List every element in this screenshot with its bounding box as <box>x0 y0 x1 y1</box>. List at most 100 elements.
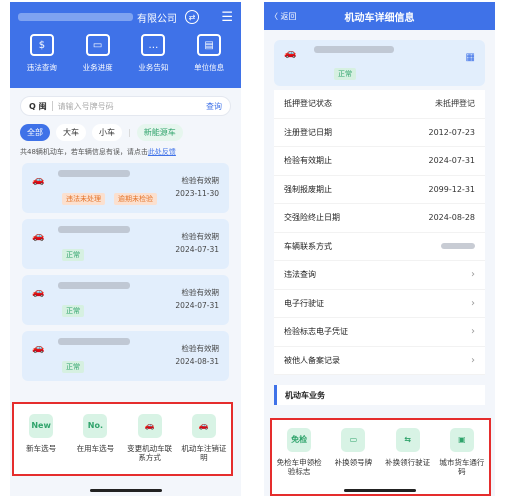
row-label: 检验标志电子凭证 <box>284 327 348 337</box>
car-icon: 🚗 <box>32 231 45 242</box>
row-value: 2012-07-23 <box>428 127 476 137</box>
row-label: 违法查询 <box>284 270 316 280</box>
violation-icon: $ <box>29 34 54 56</box>
menu-icon[interactable]: ☰ <box>221 10 233 25</box>
status-badge: 正常 <box>334 68 356 80</box>
divider: | <box>128 128 131 137</box>
biz-label: 机动车注销证明 <box>181 444 227 463</box>
inspection-cert-row[interactable]: 检验标志电子凭证 › <box>274 318 485 347</box>
plate-redacted <box>58 226 130 233</box>
exempt-icon: 免检 <box>287 428 312 452</box>
change-contact-info[interactable]: 🚗 变更机动车联系方式 <box>124 414 176 463</box>
quick-label: 业务告知 <box>138 63 169 72</box>
quick-label: 违法查询 <box>26 63 57 72</box>
new-car-plate-selection[interactable]: New 新车选号 <box>15 414 67 453</box>
chat-icon: … <box>141 34 166 56</box>
tip-text: 共48辆机动车，若车辆信息有误，请点击 <box>20 148 148 156</box>
inspection-label: 检验有效期 <box>181 344 220 353</box>
company-name-redacted <box>18 13 133 21</box>
biz-label: 城市货车通行码 <box>439 458 485 477</box>
row-value: 2024-07-31 <box>428 156 476 166</box>
quick-business-progress[interactable]: ▭ 业务进度 <box>72 34 124 73</box>
right-screen: 〈 返回 机动车详细信息 🚗 正常 ▦ 抵押登记状态 未抵押登记 注册登记日期 20… <box>264 2 495 496</box>
building-icon: ▤ <box>197 34 222 56</box>
quick-unit-info[interactable]: ▤ 单位信息 <box>183 34 235 73</box>
quick-label: 单位信息 <box>194 63 225 72</box>
right-business-panel: 免检免检车申领检验标志 ▭ 补换领号牌 ⇆ 补换领行驶证 ▣ 城市货车通行码 <box>270 418 491 496</box>
inspection-date: 2023-11-30 <box>175 189 219 198</box>
violation-query-row[interactable]: 违法查询 › <box>274 261 485 290</box>
filter-small[interactable]: 小车 <box>92 124 122 141</box>
contact-redacted <box>441 243 475 250</box>
filter-large[interactable]: 大车 <box>56 124 86 141</box>
filter-all[interactable]: 全部 <box>20 124 50 141</box>
filter-new-energy[interactable]: 新能源车 <box>136 124 183 141</box>
biz-label: 在用车选号 <box>76 444 115 453</box>
plate-icon: ▭ <box>341 428 366 452</box>
filing-record-row[interactable]: 被他人备案记录 › <box>274 347 485 375</box>
biz-label: 补换领行驶证 <box>385 458 431 467</box>
inspection-label: 检验有效期 <box>181 232 220 241</box>
search-button[interactable]: 查询 <box>206 101 222 112</box>
plate-search-input[interactable]: 请输入号牌号码 <box>58 101 206 112</box>
detail-list: 抵押登记状态 未抵押登记 注册登记日期 2012-07-23 检验有效期止 2024-… <box>274 90 485 375</box>
row-label: 电子行驶证 <box>284 298 324 308</box>
plate-number-icon: No. <box>83 414 108 438</box>
car-icon: 🚗 <box>284 48 297 59</box>
row-label: 抵押登记状态 <box>284 99 332 109</box>
quick-business-notice[interactable]: … 业务告知 <box>127 34 179 73</box>
divider <box>51 101 53 111</box>
inspection-date: 2024-08-31 <box>175 357 219 366</box>
company-suffix: 有限公司 <box>137 13 177 25</box>
vehicle-card[interactable]: 🚗 正常 检验有效期 2024-07-31 <box>22 275 229 325</box>
province-prefix[interactable]: Q 闽 <box>29 101 47 112</box>
vehicle-card[interactable]: 🚗 正常 检验有效期 2024-08-31 <box>22 331 229 381</box>
page-title: 机动车详细信息 <box>344 12 415 24</box>
back-button[interactable]: 〈 返回 <box>270 11 297 22</box>
e-license-row[interactable]: 电子行驶证 › <box>274 290 485 318</box>
row-label: 车辆联系方式 <box>284 241 332 251</box>
detail-row: 检验有效期止 2024-07-31 <box>274 147 485 176</box>
chevron-right-icon: › <box>471 326 475 338</box>
swap-icon[interactable]: ⇄ <box>185 10 199 24</box>
chevron-right-icon: › <box>471 354 475 366</box>
deregistration-certificate[interactable]: 🚗 机动车注销证明 <box>178 414 230 463</box>
replace-license[interactable]: ⇆ 补换领行驶证 <box>382 428 434 467</box>
row-label: 注册登记日期 <box>284 127 332 137</box>
license-icon: ⇆ <box>395 428 420 452</box>
car-cert-icon: 🚗 <box>191 414 216 438</box>
detail-row: 交强险终止日期 2024-08-28 <box>274 204 485 233</box>
row-value: 未抵押登记 <box>435 99 475 109</box>
quick-violation-query[interactable]: $ 违法查询 <box>16 34 68 73</box>
left-header: 有限公司 ⇄ ☰ $ 违法查询 ▭ 业务进度 … 业务告知 ▤ 单位信息 <box>10 2 241 88</box>
qr-code-icon[interactable]: ▦ <box>466 52 475 63</box>
inspection-exempt-label[interactable]: 免检免检车申领检验标志 <box>273 428 325 477</box>
right-header: 〈 返回 机动车详细信息 <box>264 2 495 30</box>
used-car-plate-selection[interactable]: No. 在用车选号 <box>69 414 121 453</box>
vehicle-card[interactable]: 🚗 违法未处理 逾期未检验 检验有效期 2023-11-30 <box>22 163 229 213</box>
section-title: 机动车业务 <box>274 385 485 405</box>
vehicle-card[interactable]: 🚗 正常 检验有效期 2024-07-31 <box>22 219 229 269</box>
monitor-icon: ▭ <box>85 34 110 56</box>
biz-label: 免检车申领检验标志 <box>276 458 322 477</box>
plate-redacted <box>58 170 130 177</box>
vehicle-count-tip: 共48辆机动车，若车辆信息有误，请点击此处反馈 <box>20 147 231 157</box>
plate-redacted <box>58 338 130 345</box>
inspection-date: 2024-07-31 <box>175 245 219 254</box>
biz-label: 补换领号牌 <box>334 458 373 467</box>
biz-label: 变更机动车联系方式 <box>127 444 173 463</box>
truck-pass-code[interactable]: ▣ 城市货车通行码 <box>436 428 488 477</box>
detail-row: 车辆联系方式 <box>274 233 485 261</box>
filter-chips: 全部 大车 小车 | 新能源车 <box>20 124 231 141</box>
feedback-link[interactable]: 此处反馈 <box>148 148 176 156</box>
status-badge: 正常 <box>62 305 84 317</box>
status-badge: 正常 <box>62 249 84 261</box>
replace-plate[interactable]: ▭ 补换领号牌 <box>327 428 379 467</box>
detail-row: 注册登记日期 2012-07-23 <box>274 119 485 147</box>
car-icon: 🚗 <box>32 343 45 354</box>
detail-row: 抵押登记状态 未抵押登记 <box>274 90 485 119</box>
home-indicator <box>89 489 162 492</box>
detail-row: 强制报废期止 2099-12-31 <box>274 176 485 204</box>
company-row: 有限公司 ⇄ ☰ <box>10 2 241 32</box>
chevron-right-icon: › <box>471 269 475 281</box>
